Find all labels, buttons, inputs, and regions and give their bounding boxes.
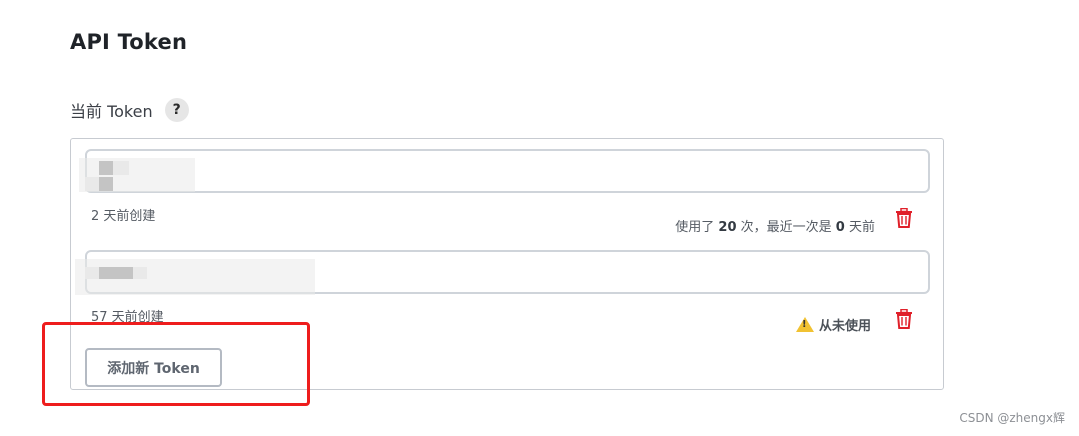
add-token-button[interactable]: 添加新 Token	[85, 348, 222, 387]
current-token-label: 当前 Token	[70, 102, 153, 121]
token-created-1: 2 天前创建	[91, 209, 156, 224]
warning-icon: !	[795, 317, 814, 332]
current-token-header: 当前 Token ?	[70, 98, 189, 122]
usage-mid: 次，最近一次是	[740, 220, 832, 235]
section-title: API Token	[70, 30, 188, 54]
trash-icon[interactable]	[895, 309, 913, 329]
token-list-panel: 2 天前创建 使用了 20 次，最近一次是 0 天前 57 天前创建 ! 从未使…	[70, 138, 944, 390]
token-field-1[interactable]	[85, 149, 930, 193]
usage-prefix: 使用了	[675, 220, 715, 235]
usage-suffix: 天前	[848, 220, 875, 235]
usage-days: 0	[835, 220, 845, 235]
help-icon[interactable]: ?	[164, 98, 189, 122]
token-usage-1: 使用了 20 次，最近一次是 0 天前	[675, 216, 875, 235]
watermark: CSDN @zhengx辉	[959, 411, 1065, 425]
warning-text: 从未使用	[818, 319, 871, 334]
usage-count: 20	[718, 220, 737, 235]
trash-icon[interactable]	[895, 208, 913, 228]
token-created-2: 57 天前创建	[91, 310, 164, 325]
never-used-warning: ! 从未使用	[795, 315, 871, 334]
